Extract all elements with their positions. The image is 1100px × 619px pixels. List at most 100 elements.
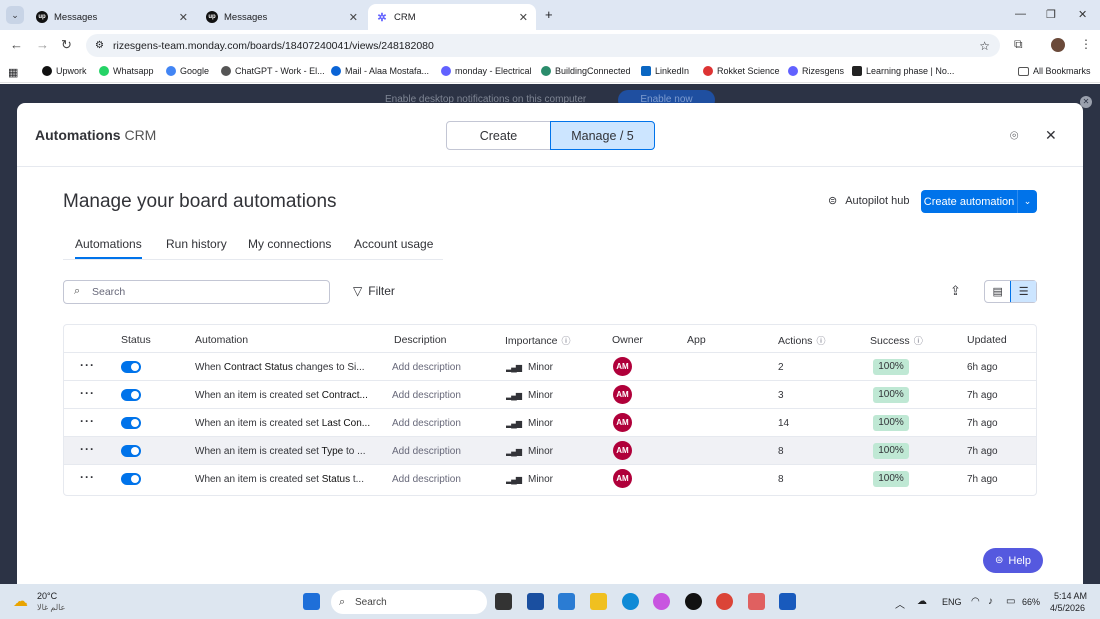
automation-recipe[interactable]: When Contract Status changes to Si...	[195, 362, 370, 373]
language-indicator[interactable]: ENG	[942, 597, 962, 607]
chrome-icon[interactable]	[716, 593, 733, 610]
task-view-icon[interactable]	[495, 593, 512, 610]
autopilot-hub-button[interactable]: ⊜ Autopilot hub	[828, 194, 909, 208]
importance[interactable]: ▂▄▆ Minor	[506, 446, 553, 457]
weather-icon[interactable]: ☁	[13, 592, 28, 610]
browser-tab-3[interactable]: ✲ CRM ✕	[368, 4, 536, 30]
tab-search-icon[interactable]: ⌄	[6, 6, 24, 24]
close-icon[interactable]: ✕	[1045, 127, 1057, 144]
bookmark-mail[interactable]: Mail - Alaa Mostafa...	[331, 66, 429, 76]
bookmark-whatsapp[interactable]: Whatsapp	[99, 66, 154, 76]
new-tab-button[interactable]: +	[545, 7, 553, 22]
close-icon[interactable]: ✕	[519, 11, 528, 24]
store-icon[interactable]	[527, 593, 544, 610]
owner-avatar[interactable]: AM	[613, 413, 632, 432]
bookmark-rizesgens[interactable]: Rizesgens	[788, 66, 844, 76]
status-toggle[interactable]	[121, 389, 141, 401]
chevron-up-icon[interactable]: ︿	[895, 596, 905, 611]
table-row[interactable]: ··· When an item is created set Status t…	[64, 465, 1036, 493]
automation-recipe[interactable]: When an item is created set Status t...	[195, 474, 370, 485]
tab-account-usage[interactable]: Account usage	[354, 237, 433, 251]
browser-tab-1[interactable]: up Messages ✕	[28, 4, 196, 30]
feedback-icon[interactable]: ⌾	[1010, 127, 1018, 144]
browser-tab-2[interactable]: up Messages ✕	[198, 4, 366, 30]
bookmark-buildingconnected[interactable]: BuildingConnected	[541, 66, 631, 76]
volume-icon[interactable]: ♪	[988, 596, 993, 607]
extensions-icon[interactable]: ⧉	[1014, 37, 1023, 52]
more-options-icon[interactable]: ···	[80, 442, 95, 456]
outlook-icon[interactable]	[558, 593, 575, 610]
close-icon[interactable]: ✕	[179, 11, 188, 24]
export-icon[interactable]: ⇪	[950, 283, 961, 299]
importance[interactable]: ▂▄▆ Minor	[506, 390, 553, 401]
close-icon[interactable]: ✕	[349, 11, 358, 24]
description-field[interactable]: Add description	[392, 474, 461, 485]
bookmark-google[interactable]: Google	[166, 66, 209, 76]
tab-my-connections[interactable]: My connections	[248, 237, 331, 251]
wifi-icon[interactable]: ◠	[971, 596, 980, 607]
filter-button[interactable]: ▽ Filter	[353, 284, 395, 298]
importance[interactable]: ▂▄▆ Minor	[506, 362, 553, 373]
status-toggle[interactable]	[121, 361, 141, 373]
clock-time[interactable]: 5:14 AM	[1054, 591, 1087, 601]
url-input[interactable]: ⚙ rizesgens-team.monday.com/boards/18407…	[86, 34, 1000, 57]
chevron-down-icon[interactable]: ⌄	[1017, 190, 1037, 213]
create-automation-button[interactable]: Create automation ⌄	[921, 190, 1037, 213]
table-row[interactable]: ··· When an item is created set Last Con…	[64, 409, 1036, 437]
tab-run-history[interactable]: Run history	[166, 237, 227, 251]
minimize-icon[interactable]: —	[1015, 8, 1026, 20]
importance[interactable]: ▂▄▆ Minor	[506, 474, 553, 485]
forward-icon[interactable]: →	[36, 37, 49, 52]
owner-avatar[interactable]: AM	[613, 469, 632, 488]
description-field[interactable]: Add description	[392, 362, 461, 373]
back-icon[interactable]: ←	[10, 37, 23, 52]
list-view-icon[interactable]: ☰	[1010, 281, 1036, 302]
copilot-icon[interactable]	[653, 593, 670, 610]
more-options-icon[interactable]: ···	[80, 358, 95, 372]
all-bookmarks[interactable]: All Bookmarks	[1018, 66, 1091, 76]
manage-tab-button[interactable]: Manage / 5	[550, 121, 655, 150]
table-row[interactable]: ··· When an item is created set Type to …	[64, 437, 1036, 465]
window-close-icon[interactable]: ✕	[1078, 8, 1087, 21]
more-options-icon[interactable]: ···	[80, 414, 95, 428]
bookmark-upwork[interactable]: Upwork	[42, 66, 87, 76]
weather-temp[interactable]: 20°C	[37, 591, 57, 601]
clock-date[interactable]: 4/5/2026	[1050, 603, 1085, 613]
reload-icon[interactable]: ↻	[61, 37, 72, 53]
owner-avatar[interactable]: AM	[613, 385, 632, 404]
edge-icon[interactable]	[622, 593, 639, 610]
owner-avatar[interactable]: AM	[613, 357, 632, 376]
apps-icon[interactable]: ▦	[8, 66, 18, 79]
taskbar-search[interactable]: ⌕ Search	[331, 590, 487, 614]
importance[interactable]: ▂▄▆ Minor	[506, 418, 553, 429]
status-toggle[interactable]	[121, 417, 141, 429]
create-tab-button[interactable]: Create	[446, 121, 551, 150]
owner-avatar[interactable]: AM	[613, 441, 632, 460]
word-icon[interactable]	[779, 593, 796, 610]
status-toggle[interactable]	[121, 445, 141, 457]
bookmark-star-icon[interactable]: ☆	[979, 39, 990, 53]
table-row[interactable]: ··· When an item is created set Contract…	[64, 381, 1036, 409]
site-info-icon[interactable]: ⚙	[95, 40, 104, 51]
bookmark-learning[interactable]: Learning phase | No...	[852, 66, 954, 76]
bookmark-rokket[interactable]: Rokket Science	[703, 66, 780, 76]
card-view-icon[interactable]: ▤	[985, 281, 1010, 302]
upwork-icon[interactable]	[685, 593, 702, 610]
profile-avatar[interactable]	[1051, 38, 1065, 52]
automation-recipe[interactable]: When an item is created set Last Con...	[195, 418, 370, 429]
menu-icon[interactable]: ⋮	[1080, 37, 1092, 51]
bookmark-monday[interactable]: monday - Electrical	[441, 66, 532, 76]
automation-recipe[interactable]: When an item is created set Type to ...	[195, 446, 370, 457]
bookmark-linkedin[interactable]: LinkedIn	[641, 66, 689, 76]
snipping-tool-icon[interactable]	[748, 593, 765, 610]
file-explorer-icon[interactable]	[590, 593, 607, 610]
search-input[interactable]: ⌕ Search	[63, 280, 330, 304]
automation-recipe[interactable]: When an item is created set Contract...	[195, 390, 370, 401]
battery-icon[interactable]: ▭	[1006, 596, 1015, 607]
description-field[interactable]: Add description	[392, 446, 461, 457]
help-button[interactable]: ⊜ Help	[983, 548, 1043, 573]
tab-automations[interactable]: Automations	[75, 237, 142, 259]
description-field[interactable]: Add description	[392, 390, 461, 401]
table-row[interactable]: ··· When Contract Status changes to Si..…	[64, 353, 1036, 381]
start-icon[interactable]	[303, 593, 320, 610]
